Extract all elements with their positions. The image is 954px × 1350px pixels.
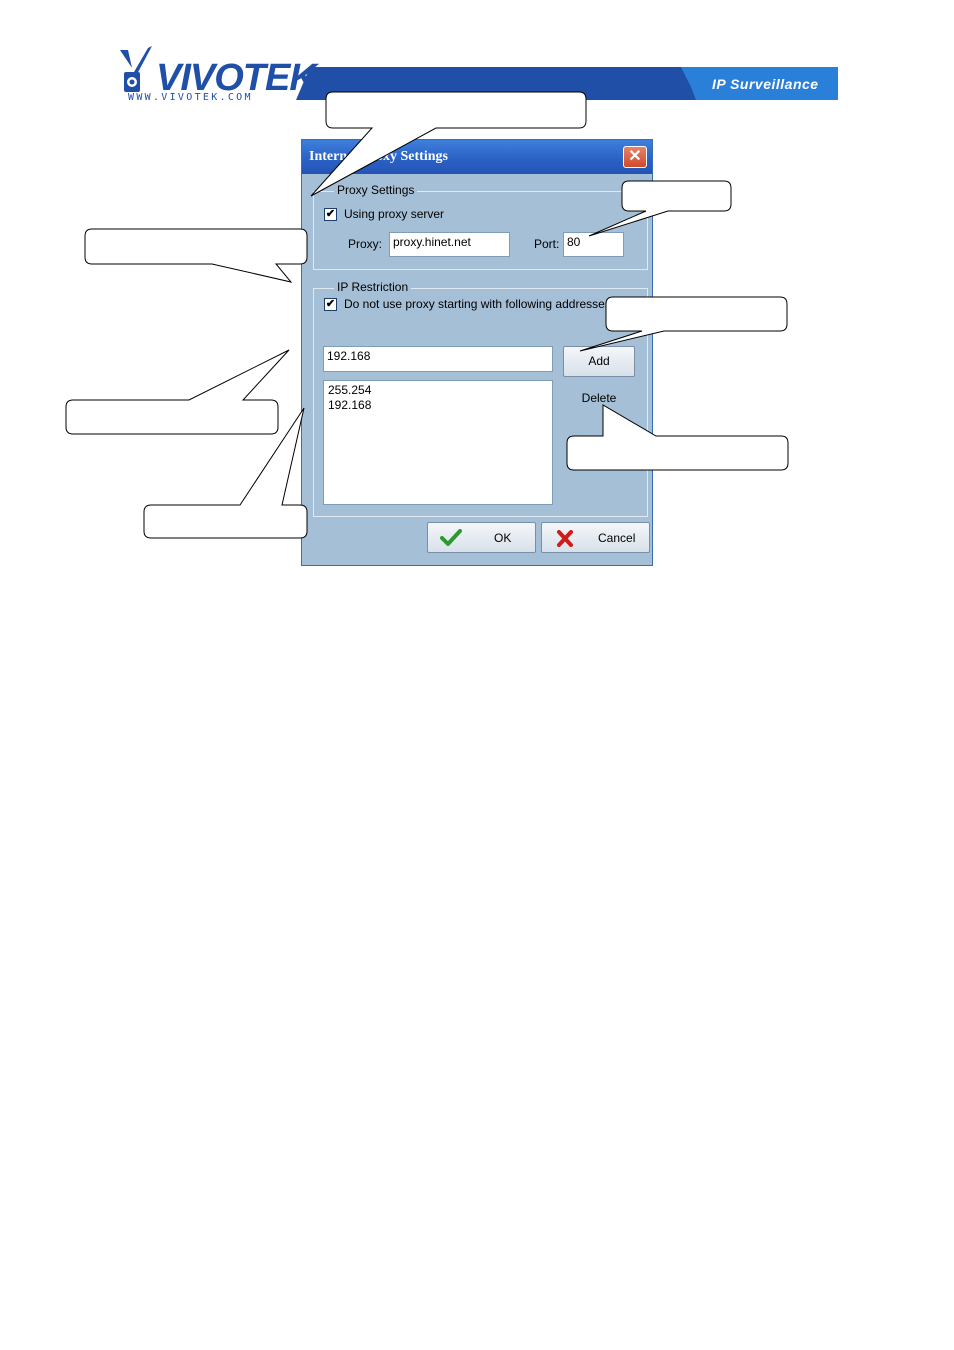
callout-address-input xyxy=(65,349,290,435)
callout-annotations xyxy=(65,91,789,539)
callout-proxy-settings xyxy=(310,91,587,197)
callout-port xyxy=(588,180,732,237)
callout-proxy-host xyxy=(84,228,308,283)
callout-delete xyxy=(566,404,789,471)
callout-add xyxy=(579,296,788,352)
